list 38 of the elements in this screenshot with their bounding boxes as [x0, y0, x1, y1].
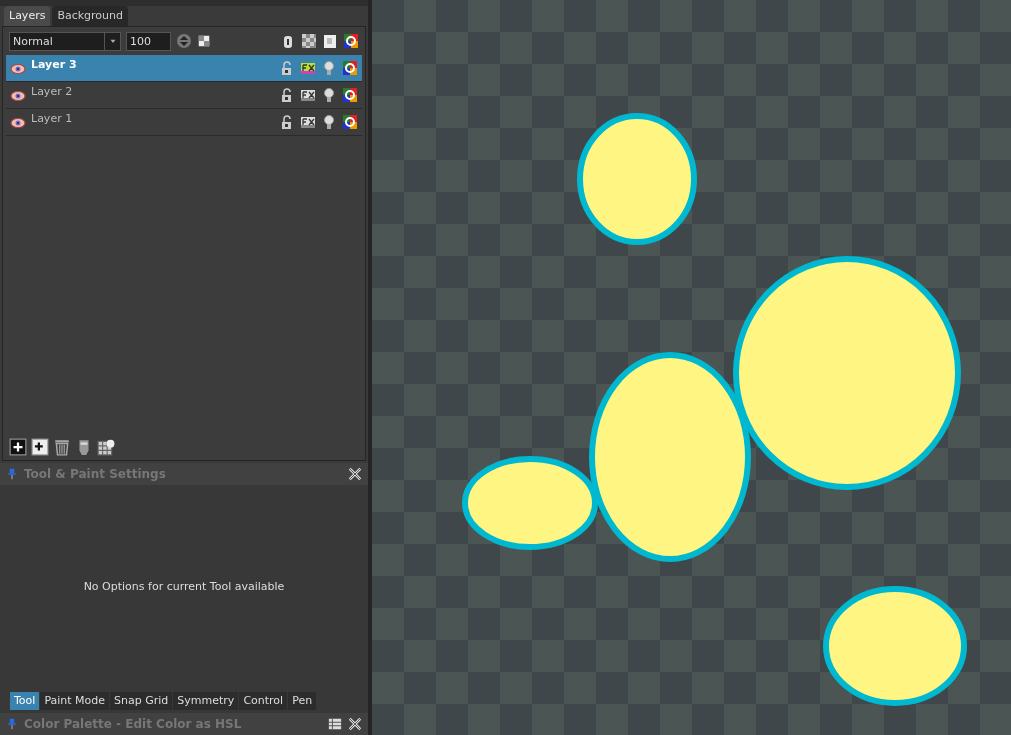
layer-row[interactable]: Layer 1	[6, 109, 362, 136]
empty-message: No Options for current Tool available	[83, 579, 285, 595]
settings-tab[interactable]: Paint Mode	[40, 691, 110, 710]
layer-row[interactable]: Layer 3	[6, 55, 362, 82]
panel-tab[interactable]: Background	[52, 6, 129, 26]
panel-tab[interactable]: Layers	[4, 6, 51, 26]
layer-name: Layer 2	[31, 84, 74, 100]
spinner-icon[interactable]	[176, 31, 192, 51]
add-layer-icon[interactable]	[31, 438, 49, 456]
color-grid-icon[interactable]	[342, 60, 358, 76]
layer-name: Layer 1	[31, 111, 74, 127]
light-bulb-icon[interactable]	[321, 114, 337, 130]
settings-tab[interactable]: Symmetry	[173, 691, 239, 710]
blend-mode-dropdown[interactable]: Normal	[9, 31, 121, 51]
opacity-field[interactable]: 100	[126, 31, 171, 51]
page-icon[interactable]	[322, 33, 338, 49]
color-grid-icon[interactable]	[342, 87, 358, 103]
new-layer-icon[interactable]	[9, 438, 27, 456]
color-grid-icon[interactable]	[343, 33, 359, 49]
transparency-icon[interactable]	[301, 33, 317, 49]
layer-name: Layer 3	[31, 57, 78, 73]
pixel-art-canvas[interactable]	[372, 0, 1011, 735]
settings-tab[interactable]: Pen	[288, 691, 317, 710]
layer-row[interactable]: Layer 2	[6, 82, 362, 109]
fx-icon[interactable]	[300, 60, 316, 76]
settings-tab[interactable]: Control	[239, 691, 288, 710]
fx-icon[interactable]	[300, 114, 316, 130]
close-icon[interactable]	[348, 467, 362, 481]
close-icon[interactable]	[348, 717, 362, 731]
checker-icon[interactable]	[197, 34, 211, 48]
layer-grid-icon[interactable]	[97, 438, 115, 456]
list-icon[interactable]	[328, 717, 342, 731]
settings-tab[interactable]: Tool	[10, 691, 40, 710]
trash-icon[interactable]	[53, 438, 71, 456]
settings-tab[interactable]: Snap Grid	[110, 691, 173, 710]
color-grid-icon[interactable]	[342, 114, 358, 130]
light-bulb-icon[interactable]	[321, 87, 337, 103]
fx-icon[interactable]	[300, 87, 316, 103]
